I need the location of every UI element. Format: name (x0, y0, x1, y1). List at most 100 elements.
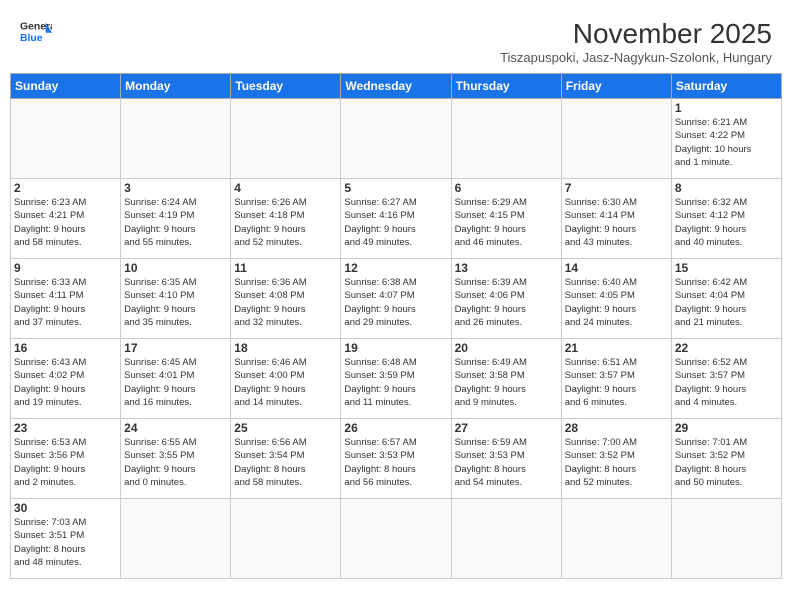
day-info: Sunrise: 6:51 AMSunset: 3:57 PMDaylight:… (565, 356, 668, 409)
calendar-day-cell: 29Sunrise: 7:01 AMSunset: 3:52 PMDayligh… (671, 419, 781, 499)
calendar-day-cell: 22Sunrise: 6:52 AMSunset: 3:57 PMDayligh… (671, 339, 781, 419)
day-info: Sunrise: 6:52 AMSunset: 3:57 PMDaylight:… (675, 356, 778, 409)
day-info: Sunrise: 6:30 AMSunset: 4:14 PMDaylight:… (565, 196, 668, 249)
day-number: 9 (14, 261, 117, 275)
day-info: Sunrise: 6:35 AMSunset: 4:10 PMDaylight:… (124, 276, 227, 329)
calendar-day-cell: 6Sunrise: 6:29 AMSunset: 4:15 PMDaylight… (451, 179, 561, 259)
day-info: Sunrise: 6:24 AMSunset: 4:19 PMDaylight:… (124, 196, 227, 249)
day-number: 13 (455, 261, 558, 275)
day-info: Sunrise: 6:46 AMSunset: 4:00 PMDaylight:… (234, 356, 337, 409)
day-info: Sunrise: 6:21 AMSunset: 4:22 PMDaylight:… (675, 116, 778, 169)
day-number: 17 (124, 341, 227, 355)
day-info: Sunrise: 6:43 AMSunset: 4:02 PMDaylight:… (14, 356, 117, 409)
calendar-weekday-header: Tuesday (231, 74, 341, 99)
calendar-day-cell: 13Sunrise: 6:39 AMSunset: 4:06 PMDayligh… (451, 259, 561, 339)
calendar-day-cell: 15Sunrise: 6:42 AMSunset: 4:04 PMDayligh… (671, 259, 781, 339)
calendar-week-row: 1Sunrise: 6:21 AMSunset: 4:22 PMDaylight… (11, 99, 782, 179)
calendar-day-cell: 8Sunrise: 6:32 AMSunset: 4:12 PMDaylight… (671, 179, 781, 259)
calendar-day-cell: 14Sunrise: 6:40 AMSunset: 4:05 PMDayligh… (561, 259, 671, 339)
calendar-day-cell: 28Sunrise: 7:00 AMSunset: 3:52 PMDayligh… (561, 419, 671, 499)
day-number: 11 (234, 261, 337, 275)
day-info: Sunrise: 6:40 AMSunset: 4:05 PMDaylight:… (565, 276, 668, 329)
day-number: 12 (344, 261, 447, 275)
calendar-day-cell: 25Sunrise: 6:56 AMSunset: 3:54 PMDayligh… (231, 419, 341, 499)
day-info: Sunrise: 6:36 AMSunset: 4:08 PMDaylight:… (234, 276, 337, 329)
month-year-title: November 2025 (500, 18, 772, 50)
day-info: Sunrise: 6:53 AMSunset: 3:56 PMDaylight:… (14, 436, 117, 489)
day-number: 8 (675, 181, 778, 195)
calendar-day-cell: 18Sunrise: 6:46 AMSunset: 4:00 PMDayligh… (231, 339, 341, 419)
day-number: 5 (344, 181, 447, 195)
day-info: Sunrise: 6:42 AMSunset: 4:04 PMDaylight:… (675, 276, 778, 329)
calendar-day-cell: 26Sunrise: 6:57 AMSunset: 3:53 PMDayligh… (341, 419, 451, 499)
day-number: 30 (14, 501, 117, 515)
day-info: Sunrise: 6:59 AMSunset: 3:53 PMDaylight:… (455, 436, 558, 489)
calendar-week-row: 16Sunrise: 6:43 AMSunset: 4:02 PMDayligh… (11, 339, 782, 419)
calendar-day-cell: 5Sunrise: 6:27 AMSunset: 4:16 PMDaylight… (341, 179, 451, 259)
calendar-day-cell: 19Sunrise: 6:48 AMSunset: 3:59 PMDayligh… (341, 339, 451, 419)
calendar-week-row: 2Sunrise: 6:23 AMSunset: 4:21 PMDaylight… (11, 179, 782, 259)
calendar-day-cell: 30Sunrise: 7:03 AMSunset: 3:51 PMDayligh… (11, 499, 121, 579)
calendar-day-cell: 7Sunrise: 6:30 AMSunset: 4:14 PMDaylight… (561, 179, 671, 259)
day-info: Sunrise: 6:49 AMSunset: 3:58 PMDaylight:… (455, 356, 558, 409)
day-number: 21 (565, 341, 668, 355)
day-number: 20 (455, 341, 558, 355)
calendar-weekday-header: Sunday (11, 74, 121, 99)
calendar-day-cell: 12Sunrise: 6:38 AMSunset: 4:07 PMDayligh… (341, 259, 451, 339)
calendar-day-cell: 17Sunrise: 6:45 AMSunset: 4:01 PMDayligh… (121, 339, 231, 419)
calendar-day-cell: 2Sunrise: 6:23 AMSunset: 4:21 PMDaylight… (11, 179, 121, 259)
calendar-weekday-header: Saturday (671, 74, 781, 99)
calendar-day-cell: 21Sunrise: 6:51 AMSunset: 3:57 PMDayligh… (561, 339, 671, 419)
calendar-day-cell: 16Sunrise: 6:43 AMSunset: 4:02 PMDayligh… (11, 339, 121, 419)
day-info: Sunrise: 6:29 AMSunset: 4:15 PMDaylight:… (455, 196, 558, 249)
day-number: 2 (14, 181, 117, 195)
day-info: Sunrise: 6:23 AMSunset: 4:21 PMDaylight:… (14, 196, 117, 249)
day-number: 18 (234, 341, 337, 355)
day-number: 16 (14, 341, 117, 355)
day-info: Sunrise: 6:26 AMSunset: 4:18 PMDaylight:… (234, 196, 337, 249)
calendar-day-cell: 20Sunrise: 6:49 AMSunset: 3:58 PMDayligh… (451, 339, 561, 419)
calendar-day-cell: 9Sunrise: 6:33 AMSunset: 4:11 PMDaylight… (11, 259, 121, 339)
day-number: 19 (344, 341, 447, 355)
calendar-day-cell (451, 499, 561, 579)
calendar-weekday-header: Wednesday (341, 74, 451, 99)
page-header: General Blue November 2025 Tiszapuspoki,… (10, 10, 782, 69)
day-info: Sunrise: 6:38 AMSunset: 4:07 PMDaylight:… (344, 276, 447, 329)
day-number: 15 (675, 261, 778, 275)
day-number: 22 (675, 341, 778, 355)
calendar-day-cell (341, 99, 451, 179)
day-number: 10 (124, 261, 227, 275)
day-info: Sunrise: 6:32 AMSunset: 4:12 PMDaylight:… (675, 196, 778, 249)
calendar-day-cell (671, 499, 781, 579)
day-info: Sunrise: 6:27 AMSunset: 4:16 PMDaylight:… (344, 196, 447, 249)
calendar-day-cell: 1Sunrise: 6:21 AMSunset: 4:22 PMDaylight… (671, 99, 781, 179)
day-info: Sunrise: 6:33 AMSunset: 4:11 PMDaylight:… (14, 276, 117, 329)
day-info: Sunrise: 6:56 AMSunset: 3:54 PMDaylight:… (234, 436, 337, 489)
day-info: Sunrise: 6:39 AMSunset: 4:06 PMDaylight:… (455, 276, 558, 329)
day-number: 7 (565, 181, 668, 195)
calendar-weekday-header: Thursday (451, 74, 561, 99)
calendar-header-row: SundayMondayTuesdayWednesdayThursdayFrid… (11, 74, 782, 99)
calendar-day-cell: 10Sunrise: 6:35 AMSunset: 4:10 PMDayligh… (121, 259, 231, 339)
day-number: 14 (565, 261, 668, 275)
day-number: 27 (455, 421, 558, 435)
calendar-day-cell (121, 99, 231, 179)
calendar-day-cell (231, 99, 341, 179)
day-number: 24 (124, 421, 227, 435)
calendar-day-cell: 24Sunrise: 6:55 AMSunset: 3:55 PMDayligh… (121, 419, 231, 499)
day-number: 3 (124, 181, 227, 195)
day-info: Sunrise: 6:57 AMSunset: 3:53 PMDaylight:… (344, 436, 447, 489)
calendar-day-cell: 4Sunrise: 6:26 AMSunset: 4:18 PMDaylight… (231, 179, 341, 259)
day-number: 26 (344, 421, 447, 435)
calendar-day-cell: 23Sunrise: 6:53 AMSunset: 3:56 PMDayligh… (11, 419, 121, 499)
svg-text:Blue: Blue (20, 33, 43, 44)
calendar-day-cell (11, 99, 121, 179)
day-info: Sunrise: 6:48 AMSunset: 3:59 PMDaylight:… (344, 356, 447, 409)
calendar-day-cell (231, 499, 341, 579)
day-number: 28 (565, 421, 668, 435)
calendar-week-row: 9Sunrise: 6:33 AMSunset: 4:11 PMDaylight… (11, 259, 782, 339)
calendar-weekday-header: Monday (121, 74, 231, 99)
day-number: 25 (234, 421, 337, 435)
day-number: 4 (234, 181, 337, 195)
calendar-day-cell (561, 499, 671, 579)
